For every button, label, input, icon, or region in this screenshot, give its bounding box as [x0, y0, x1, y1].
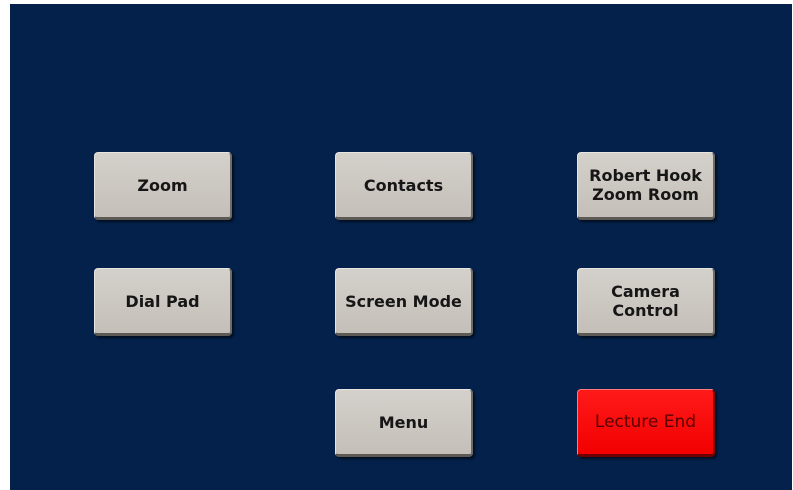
screen-mode-button[interactable]: Screen Mode	[335, 268, 473, 336]
screen-mode-button-label: Screen Mode	[345, 291, 462, 311]
zoom-button-label: Zoom	[137, 175, 188, 195]
robert-hook-zoom-room-button-label: Robert Hook Zoom Room	[589, 166, 702, 204]
camera-control-button[interactable]: Camera Control	[577, 268, 715, 336]
lecture-end-button-label: Lecture End	[594, 411, 697, 432]
zoom-button[interactable]: Zoom	[94, 152, 232, 220]
robert-hook-zoom-room-button[interactable]: Robert Hook Zoom Room	[577, 152, 715, 220]
menu-button[interactable]: Menu	[335, 389, 473, 457]
contacts-button[interactable]: Contacts	[335, 152, 473, 220]
lecture-end-button[interactable]: Lecture End	[577, 389, 715, 457]
menu-button-label: Menu	[378, 412, 429, 432]
dial-pad-button[interactable]: Dial Pad	[94, 268, 232, 336]
control-panel-screen: Zoom Contacts Robert Hook Zoom Room Dial…	[10, 4, 792, 490]
dial-pad-button-label: Dial Pad	[125, 291, 200, 311]
contacts-button-label: Contacts	[363, 175, 444, 195]
camera-control-button-label: Camera Control	[611, 282, 680, 320]
